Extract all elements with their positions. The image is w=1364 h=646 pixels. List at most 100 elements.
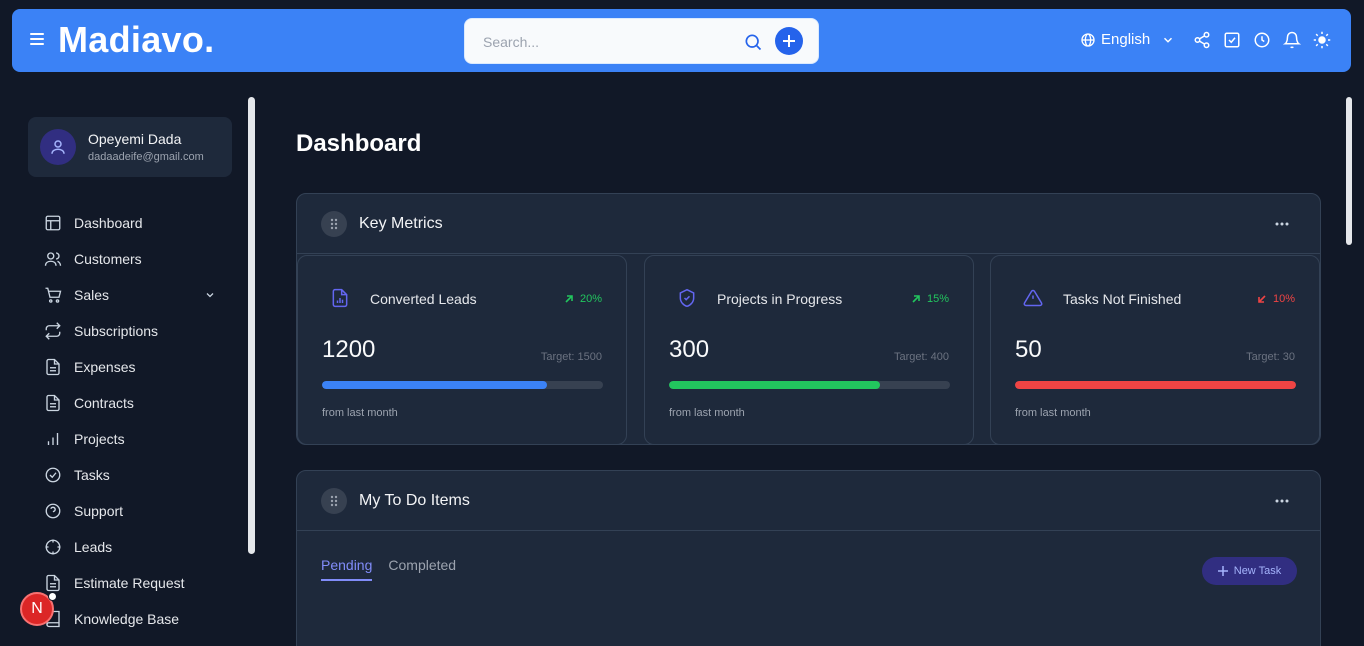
share-icon[interactable]: [1193, 31, 1211, 49]
metric-progress-fill: [1015, 381, 1296, 389]
search-icon[interactable]: [743, 32, 763, 52]
tab-completed[interactable]: Completed: [388, 557, 456, 581]
user-profile-card[interactable]: Opeyemi Dada dadaadeife@gmail.com: [28, 117, 232, 177]
metric-target: Target: 400: [893, 351, 949, 363]
metric-trend: 10%: [1257, 293, 1295, 305]
metric-target: Target: 30: [1246, 351, 1295, 363]
chart-file-icon: [332, 288, 348, 308]
sidebar: Opeyemi Dada dadaadeife@gmail.com Dashbo…: [0, 72, 262, 646]
sidebar-item-leads[interactable]: Leads: [44, 529, 224, 565]
arrow-down-left-icon: [1258, 295, 1266, 303]
file-icon: [46, 394, 60, 412]
arrow-up-right-icon: [565, 295, 573, 303]
sidebar-item-expenses[interactable]: Expenses: [44, 349, 224, 385]
search-input[interactable]: [483, 31, 733, 53]
metric-progress-bar: [1015, 381, 1296, 389]
sidebar-item-support[interactable]: Support: [44, 493, 224, 529]
crosshair-icon: [45, 539, 61, 555]
bell-icon[interactable]: [1283, 31, 1301, 49]
globe-icon: [1081, 32, 1095, 47]
metric-title: Projects in Progress: [717, 291, 843, 307]
more-options-icon[interactable]: [1273, 493, 1291, 509]
sidebar-item-label: Customers: [74, 251, 142, 267]
chevron-down-icon: [1164, 37, 1173, 43]
metric-card-converted-leads: Converted Leads 20% 1200 Target: 1500 fr…: [297, 255, 627, 445]
cart-icon: [45, 287, 62, 303]
sidebar-item-estimate-request[interactable]: Estimate Request: [44, 565, 224, 601]
plus-icon: [1217, 566, 1228, 576]
tab-pending[interactable]: Pending: [321, 557, 373, 581]
key-metrics-panel: Key Metrics Converted Leads 20% 1200 Tar…: [296, 193, 1321, 445]
metrics-row: Converted Leads 20% 1200 Target: 1500 fr…: [297, 255, 1322, 445]
dashboard-icon: [45, 215, 61, 231]
chevron-down-icon[interactable]: [204, 289, 216, 301]
metric-title: Tasks Not Finished: [1063, 291, 1182, 307]
sidebar-item-label: Estimate Request: [74, 575, 185, 591]
sidebar-item-projects[interactable]: Projects: [44, 421, 224, 457]
metric-value: 300: [669, 336, 710, 363]
panel-header: My To Do Items: [297, 471, 1320, 531]
metric-progress-fill: [669, 381, 880, 389]
sidebar-item-label: Support: [74, 503, 124, 519]
sidebar-item-subscriptions[interactable]: Subscriptions: [44, 313, 224, 349]
panel-title: Key Metrics: [359, 215, 443, 232]
search-box: [464, 18, 819, 64]
drag-handle-icon[interactable]: [321, 488, 347, 514]
clock-icon[interactable]: [1253, 31, 1271, 49]
metric-card-projects-in-progress: Projects in Progress 15% 300 Target: 400…: [644, 255, 974, 445]
metric-trend-value: 20%: [579, 293, 602, 305]
brand-logo[interactable]: Madiavo.: [58, 19, 214, 61]
sun-icon[interactable]: [1313, 31, 1331, 49]
metric-card-tasks-not-finished: Tasks Not Finished 10% 50 Target: 30 fro…: [990, 255, 1320, 445]
new-task-label: New Task: [1233, 565, 1282, 577]
menu-icon[interactable]: [30, 33, 44, 47]
metric-footer: from last month: [322, 407, 398, 419]
metric-trend-value: 10%: [1272, 293, 1295, 305]
sidebar-item-label: Contracts: [74, 395, 134, 411]
sidebar-nav: Dashboard Customers Sales Subscriptions …: [44, 205, 224, 637]
new-task-button[interactable]: New Task: [1202, 557, 1297, 585]
user-email: dadaadeife@gmail.com: [88, 151, 204, 163]
shield-check-icon: [679, 288, 695, 308]
metric-trend: 20%: [564, 293, 602, 305]
warning-icon: [1023, 289, 1043, 307]
todo-tabs: Pending Completed: [321, 557, 456, 581]
metric-footer: from last month: [669, 407, 745, 419]
file-icon: [46, 574, 60, 592]
metric-value: 50: [1015, 336, 1042, 363]
todo-panel: My To Do Items Pending Completed New Tas…: [296, 470, 1321, 646]
drag-handle-icon[interactable]: [321, 211, 347, 237]
language-selector[interactable]: English: [1080, 31, 1175, 48]
top-bar: Madiavo. English: [12, 9, 1351, 72]
sidebar-item-knowledge-base[interactable]: Knowledge Base: [44, 601, 224, 637]
metric-footer: from last month: [1015, 407, 1091, 419]
metric-title: Converted Leads: [370, 291, 477, 307]
sidebar-item-sales[interactable]: Sales: [44, 277, 224, 313]
users-icon: [44, 252, 62, 266]
language-label: English: [1101, 31, 1151, 48]
metric-value: 1200: [322, 336, 376, 363]
sidebar-item-label: Leads: [74, 539, 113, 555]
panel-title: My To Do Items: [359, 492, 470, 509]
quick-add-button[interactable]: [775, 27, 803, 55]
sidebar-scrollbar[interactable]: [248, 97, 255, 554]
metric-progress-fill: [322, 381, 547, 389]
metric-progress-bar: [669, 381, 950, 389]
checkbox-icon[interactable]: [1223, 31, 1241, 49]
metric-trend-value: 15%: [926, 293, 949, 305]
sidebar-item-dashboard[interactable]: Dashboard: [44, 205, 224, 241]
sidebar-item-customers[interactable]: Customers: [44, 241, 224, 277]
more-options-icon[interactable]: [1273, 216, 1291, 232]
sidebar-item-label: Expenses: [74, 359, 136, 375]
plus-icon: [783, 35, 795, 47]
main-scrollbar[interactable]: [1346, 97, 1352, 245]
panel-header: Key Metrics: [297, 194, 1320, 254]
repeat-icon: [45, 322, 61, 340]
sidebar-item-label: Subscriptions: [74, 323, 159, 339]
sidebar-item-label: Dashboard: [74, 215, 143, 231]
sidebar-item-tasks[interactable]: Tasks: [44, 457, 224, 493]
bar-chart-icon: [47, 433, 59, 445]
sidebar-item-label: Tasks: [74, 467, 110, 483]
sidebar-item-contracts[interactable]: Contracts: [44, 385, 224, 421]
avatar: [40, 129, 76, 165]
